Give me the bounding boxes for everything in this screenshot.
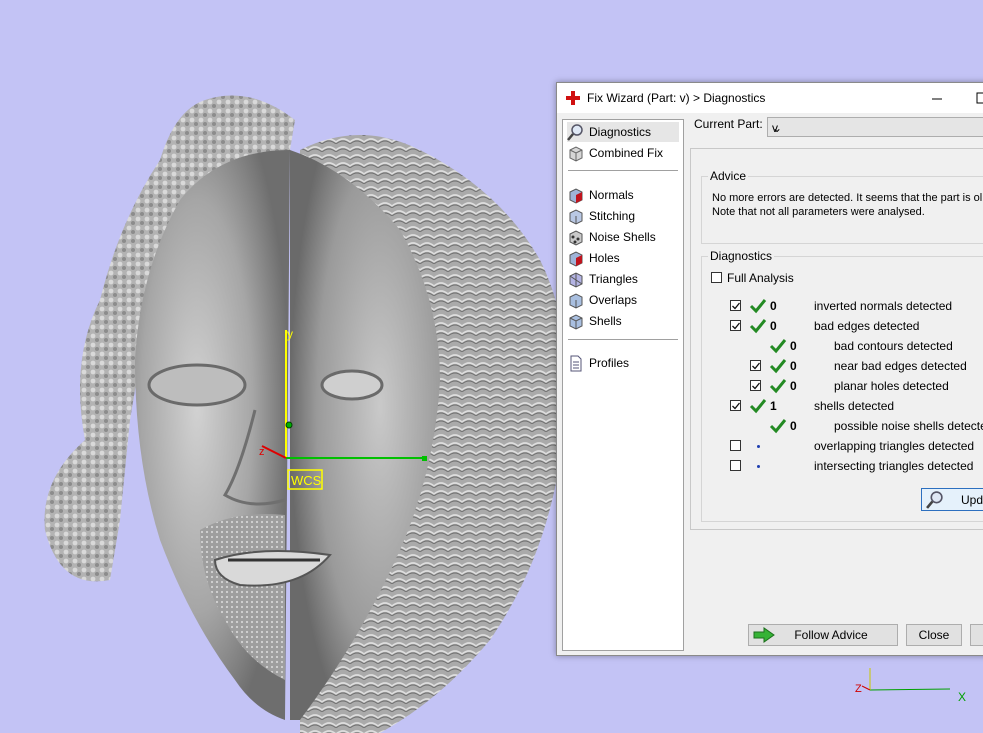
nav-item-label: Triangles — [589, 272, 638, 286]
overlapping-triangles-checkbox[interactable] — [730, 440, 741, 451]
minimize-icon[interactable] — [927, 89, 947, 107]
cube-icon — [569, 145, 583, 162]
advice-line-1: No more errors are detected. It seems th… — [712, 192, 983, 204]
noise-shells-icon — [569, 229, 583, 246]
near-bad-edges-checkbox[interactable] — [750, 360, 761, 371]
overlaps-cube-icon — [569, 292, 583, 309]
nav-item-triangles[interactable]: Triangles — [567, 269, 679, 289]
follow-advice-button[interactable]: Follow Advice — [748, 624, 898, 646]
inverted-normals-checkbox[interactable] — [730, 300, 741, 311]
shells-checkbox[interactable] — [730, 400, 741, 411]
update-button-label: Upda — [961, 492, 983, 507]
nav-item-label: Holes — [589, 251, 620, 265]
full-analysis-checkbox[interactable] — [711, 272, 722, 283]
full-analysis-label: Full Analysis — [727, 271, 794, 285]
nav-item-label: Combined Fix — [589, 146, 664, 160]
planar-holes-label: planar holes detected — [834, 379, 949, 393]
nav-item-shells[interactable]: Shells — [567, 311, 679, 331]
nav-item-label: Shells — [589, 314, 622, 328]
checkmark-icon — [769, 359, 787, 374]
diagnostics-title: Diagnostics — [708, 249, 775, 263]
bad-contours-label: bad contours detected — [834, 339, 953, 353]
advice-title: Advice — [708, 169, 749, 183]
red-cross-icon — [566, 91, 580, 105]
magnifier-icon — [926, 490, 943, 509]
stitching-cube-icon — [569, 208, 583, 225]
nav-item-label: Normals — [589, 188, 634, 202]
close-button[interactable]: Close — [906, 624, 962, 646]
corner-axis-z-label: Z — [855, 683, 862, 695]
checkmark-icon — [769, 379, 787, 394]
corner-axis-z — [861, 685, 871, 691]
nav-separator — [568, 339, 678, 340]
axis-z-label: z — [259, 446, 265, 458]
checkmark-icon — [769, 419, 787, 434]
nav-item-label: Diagnostics — [589, 125, 652, 139]
nav-item-holes[interactable]: Holes — [567, 248, 679, 268]
checkmark-icon — [749, 399, 767, 414]
nav-separator — [568, 170, 678, 171]
planar-holes-count: 0 — [790, 379, 797, 393]
corner-axis-x — [869, 688, 951, 691]
checkmark-icon — [749, 299, 767, 314]
triangles-cube-icon — [569, 271, 583, 288]
nav-item-label: Overlaps — [589, 293, 638, 307]
shells-label: shells detected — [814, 399, 895, 413]
nav-item-diagnostics[interactable]: Diagnostics — [567, 122, 679, 142]
nav-item-overlaps[interactable]: Overlaps — [567, 290, 679, 310]
nav-item-combined-fix[interactable]: Combined Fix — [567, 143, 679, 163]
advice-line-2: Note that not all parameters were analys… — [712, 206, 925, 218]
wcs-label: WCS — [291, 473, 322, 488]
follow-advice-label: Follow Advice — [794, 628, 868, 642]
intersecting-triangles-checkbox[interactable] — [730, 460, 741, 471]
current-part-select[interactable]: v ⌄ — [767, 117, 983, 137]
advice-group: Advice No more errors are detected. It s… — [701, 169, 983, 244]
near-bad-edges-label: near bad edges detected — [834, 359, 967, 373]
intersecting-triangles-label: intersecting triangles detected — [814, 459, 974, 473]
inverted-normals-label: inverted normals detected — [814, 299, 953, 313]
nav-item-label: Noise Shells — [589, 230, 656, 244]
close-label: Close — [918, 628, 950, 642]
lion-eye — [320, 369, 384, 401]
nav-item-stitching[interactable]: Stitching — [567, 206, 679, 226]
planar-holes-checkbox[interactable] — [750, 380, 761, 391]
update-button[interactable]: Upda — [921, 488, 983, 511]
wizard-nav-list: Diagnostics Combined Fix Normals Stitchi… — [562, 119, 684, 651]
bad-edges-label: bad edges detected — [814, 319, 920, 333]
noise-shells-count: 0 — [790, 419, 797, 433]
axis-y-label: y — [287, 327, 293, 341]
current-part-label: Current Part: — [694, 117, 763, 131]
bad-edges-checkbox[interactable] — [730, 320, 741, 331]
noise-shells-label: possible noise shells detected — [834, 419, 983, 433]
human-eye — [147, 363, 247, 407]
chevron-down-icon: ⌄ — [772, 121, 783, 135]
green-arrow-icon — [753, 627, 775, 643]
magnifier-icon — [567, 123, 583, 141]
overlapping-triangles-label: overlapping triangles detected — [814, 439, 975, 453]
help-button[interactable] — [970, 624, 983, 646]
nav-item-noise-shells[interactable]: Noise Shells — [567, 227, 679, 247]
near-bad-edges-count: 0 — [790, 359, 797, 373]
checkmark-icon — [769, 339, 787, 354]
shells-cube-icon — [569, 313, 583, 330]
corner-axis-x-label: X — [958, 690, 966, 704]
inverted-normals-count: 0 — [770, 299, 777, 313]
title-bar[interactable]: Fix Wizard (Part: v) > Diagnostics — [557, 83, 983, 113]
dialog-title: Fix Wizard (Part: v) > Diagnostics — [587, 91, 766, 105]
not-analysed-dot-icon — [757, 445, 760, 448]
nav-item-label: Profiles — [589, 356, 630, 370]
maximize-icon[interactable] — [972, 89, 983, 107]
holes-cube-icon — [569, 250, 583, 267]
normals-cube-icon — [569, 187, 583, 204]
bad-contours-count: 0 — [790, 339, 797, 353]
bad-edges-count: 0 — [770, 319, 777, 333]
nav-item-profiles[interactable]: Profiles — [567, 353, 679, 373]
nav-item-normals[interactable]: Normals — [567, 185, 679, 205]
not-analysed-dot-icon — [757, 465, 760, 468]
checkmark-icon — [749, 319, 767, 334]
document-icon — [570, 355, 582, 371]
shells-count: 1 — [770, 399, 777, 413]
nav-item-label: Stitching — [589, 209, 636, 223]
